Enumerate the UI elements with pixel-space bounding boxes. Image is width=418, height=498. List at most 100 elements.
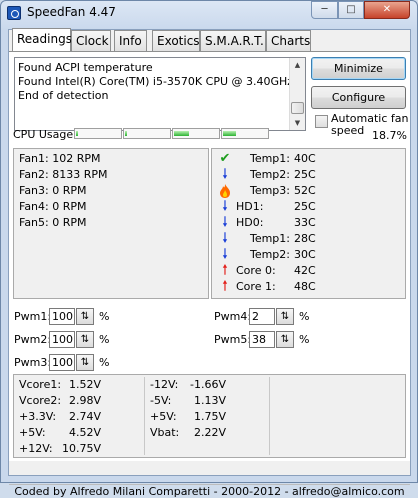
pwm1-stepper[interactable]: ⇅ (76, 308, 94, 325)
window-maximize-button[interactable]: □ (338, 1, 364, 19)
log-line: Found ACPI temperature (18, 61, 153, 74)
voltage-label: Vcore2: (19, 394, 62, 407)
voltage-value: 2.22V (193, 426, 226, 439)
tab-smart[interactable]: S.M.A.R.T. (200, 30, 266, 51)
temperature-value: 33C (294, 216, 316, 229)
voltage-label: +5V: (150, 410, 177, 423)
pwm2-input[interactable]: 100 (49, 331, 75, 348)
configure-button[interactable]: Configure (311, 86, 406, 109)
voltage-label: +12V: (19, 442, 53, 455)
log-line: End of detection (18, 89, 109, 102)
temperature-value: 40C (294, 152, 316, 165)
voltage-value: 10.75V (61, 442, 101, 455)
voltage-value: -1.66V (190, 378, 226, 391)
temperature-label: Temp1: (249, 232, 290, 245)
pwm1-label: Pwm1: (14, 310, 52, 323)
fan-reading: Fan2: 8133 RPM (19, 168, 108, 181)
window-title: SpeedFan 4.47 (27, 5, 116, 19)
arrow-up-icon: 🠑 (222, 279, 228, 294)
title-bar[interactable]: SpeedFan 4.47 ─ □ ✕ (1, 1, 417, 25)
cpu-core-bar (74, 128, 122, 139)
cpu-core-fill (125, 131, 127, 136)
window-close-button[interactable]: ✕ (364, 1, 410, 19)
tab-info[interactable]: Info (114, 30, 147, 51)
speedfan-app-icon (7, 6, 21, 20)
tab-clock[interactable]: Clock (71, 30, 111, 51)
scrollbar-thumb[interactable] (291, 102, 304, 114)
spin-updown-icon: ⇅ (80, 357, 90, 368)
maximize-icon: □ (346, 4, 356, 15)
temperature-value: 48C (294, 280, 316, 293)
spin-updown-icon: ⇅ (80, 311, 90, 322)
fan-reading: Fan3: 0 RPM (19, 184, 87, 197)
arrow-up-icon: 🠑 (222, 263, 228, 278)
fan-reading: Fan1: 102 RPM (19, 152, 101, 165)
pwm3-input[interactable]: 100 (49, 354, 75, 371)
minimize-icon: ─ (321, 4, 328, 15)
fan-reading: Fan4: 0 RPM (19, 200, 87, 213)
scroll-up-icon[interactable]: ▲ (290, 58, 305, 72)
pwm5-unit: % (299, 333, 310, 346)
pwm5-stepper[interactable]: ⇅ (276, 331, 294, 348)
tab-exotics[interactable]: Exotics (152, 30, 200, 51)
check-icon: ✔ (219, 151, 231, 166)
log-scrollbar[interactable]: ▲ ▼ (289, 58, 305, 130)
pwm2-stepper[interactable]: ⇅ (76, 331, 94, 348)
voltage-label: +5V: (19, 426, 46, 439)
temperature-label: Temp2: (249, 248, 290, 261)
temperature-label: Temp2: (249, 168, 290, 181)
spin-updown-icon: ⇅ (280, 334, 290, 345)
temperature-label: Core 0: (236, 264, 276, 277)
scroll-down-icon[interactable]: ▼ (290, 116, 305, 130)
cpu-core-fill (76, 131, 78, 136)
automatic-fan-speed-checkbox[interactable] (315, 115, 328, 128)
temperature-label: HD1: (236, 200, 264, 213)
pwm2-unit: % (99, 333, 110, 346)
voltage-label: +3.3V: (19, 410, 57, 423)
arrow-down-icon: 🠓 (222, 199, 228, 214)
arrow-down-icon: 🠓 (222, 247, 228, 262)
temperature-value: 52C (294, 184, 316, 197)
voltages-panel: Vcore1: 1.52V Vcore2: 2.98V +3.3V: 2.74V… (13, 374, 406, 458)
pwm1-input[interactable]: 100 (49, 308, 75, 325)
tab-readings[interactable]: Readings (12, 28, 72, 52)
voltage-column-divider (144, 377, 145, 455)
pwm3-label: Pwm3: (14, 356, 52, 369)
window-minimize-button[interactable]: ─ (311, 1, 338, 19)
fans-panel: Fan1: 102 RPM Fan2: 8133 RPM Fan3: 0 RPM… (13, 148, 209, 299)
voltage-value: 1.75V (193, 410, 226, 423)
temperature-label: Core 1: (236, 280, 276, 293)
status-bar: Coded by Alfredo Milani Comparetti - 200… (9, 484, 410, 498)
arrow-down-icon: 🠓 (222, 215, 228, 230)
cpu-usage-label: CPU Usage (13, 128, 74, 141)
temperature-label: HD0: (236, 216, 264, 229)
client-area: Readings Clock Info Exotics S.M.A.R.T. C… (8, 28, 411, 498)
pwm1-unit: % (99, 310, 110, 323)
voltage-column-divider (269, 377, 270, 455)
cpu-core-bar (172, 128, 220, 139)
pwm4-label: Pwm4: (214, 310, 252, 323)
voltage-label: -5V: (150, 394, 172, 407)
pwm5-input[interactable]: 38 (249, 331, 275, 348)
pwm5-label: Pwm5: (214, 333, 252, 346)
cpu-core-fill (223, 131, 236, 136)
temperature-value: 25C (294, 200, 316, 213)
pwm4-input[interactable]: 2 (249, 308, 275, 325)
minimize-button[interactable]: Minimize (311, 57, 406, 80)
voltage-value: 2.74V (68, 410, 101, 423)
cpu-usage-percent: 18.7% (372, 129, 407, 142)
cpu-core-fill (174, 131, 189, 136)
voltage-value: 4.52V (68, 426, 101, 439)
fan-reading: Fan5: 0 RPM (19, 216, 87, 229)
pwm3-stepper[interactable]: ⇅ (76, 354, 94, 371)
voltage-value: 2.98V (68, 394, 101, 407)
detection-log[interactable]: Found ACPI temperature Found Intel(R) Co… (14, 57, 306, 131)
tab-charts[interactable]: Charts (266, 30, 311, 51)
temperatures-panel: ✔ Temp1: 40C 🠓 Temp2: 25C Temp3: 52C 🠓 H… (211, 148, 406, 299)
spin-updown-icon: ⇅ (80, 334, 90, 345)
temperature-label: Temp1: (249, 152, 290, 165)
log-line: Found Intel(R) Core(TM) i5-3570K CPU @ 3… (18, 75, 294, 88)
pwm3-unit: % (99, 356, 110, 369)
pwm2-label: Pwm2: (14, 333, 52, 346)
pwm4-stepper[interactable]: ⇅ (276, 308, 294, 325)
